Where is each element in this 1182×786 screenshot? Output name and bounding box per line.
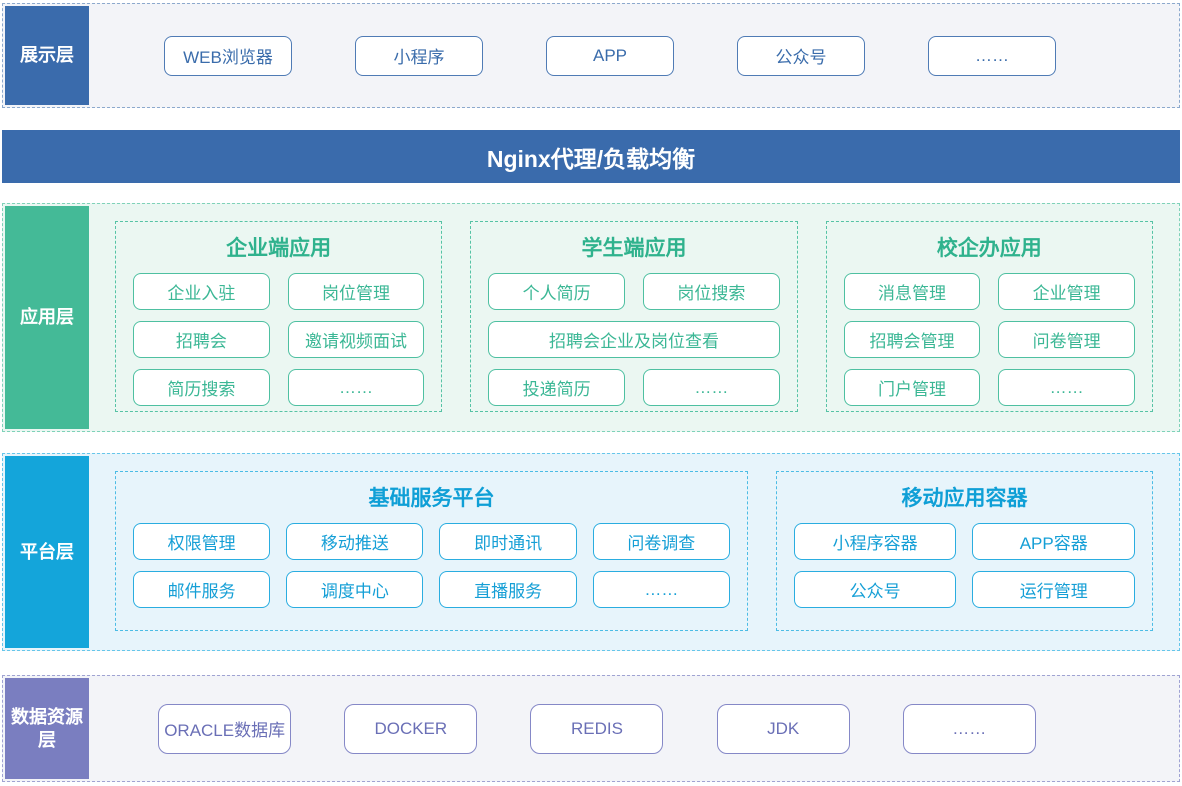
presentation-item-ellipsis: …… <box>928 35 1056 76</box>
group-basic-services: 基础服务平台 权限管理 移动推送 即时通讯 问卷调查 邮件服务 调度中心 直播服… <box>115 471 748 631</box>
app-item: 个人简历 <box>488 273 625 310</box>
app-item-ellipsis: …… <box>643 369 780 406</box>
platform-item: 权限管理 <box>133 523 271 560</box>
app-item: 招聘会企业及岗位查看 <box>488 321 780 358</box>
app-item: 简历搜索 <box>133 369 270 406</box>
data-item-jdk: JDK <box>716 703 850 754</box>
platform-item: 公众号 <box>793 571 957 608</box>
layer-presentation: 展示层 WEB浏览器 小程序 APP 公众号 …… <box>2 3 1180 108</box>
platform-item: 直播服务 <box>439 571 577 608</box>
app-item-ellipsis: …… <box>998 369 1135 406</box>
presentation-item-web-browser: WEB浏览器 <box>164 35 292 76</box>
platform-item: 运行管理 <box>972 571 1135 608</box>
group-enterprise-apps: 企业端应用 企业入驻 岗位管理 招聘会 邀请视频面试 简历搜索 …… <box>115 221 443 412</box>
layer-label-application: 应用层 <box>5 206 89 429</box>
app-item: 投递简历 <box>488 369 625 406</box>
app-item: 招聘会 <box>133 321 270 358</box>
app-item: 消息管理 <box>843 273 981 310</box>
group-student-apps: 学生端应用 个人简历 岗位搜索 招聘会企业及岗位查看 投递简历 …… <box>470 221 798 412</box>
platform-item: 小程序容器 <box>793 523 957 560</box>
platform-item: 移动推送 <box>286 523 424 560</box>
presentation-item-mini-program: 小程序 <box>355 35 483 76</box>
group-title-student: 学生端应用 <box>581 237 687 260</box>
layer-data-resources: 数据资源层 ORACLE数据库 DOCKER REDIS JDK …… <box>2 675 1180 782</box>
group-school-enterprise-apps: 校企办应用 消息管理 企业管理 招聘会管理 问卷管理 门户管理 …… <box>825 221 1153 412</box>
group-title-enterprise: 企业端应用 <box>226 237 332 260</box>
layer-label-presentation: 展示层 <box>5 6 89 105</box>
app-item: 企业入驻 <box>133 273 270 310</box>
platform-item: 调度中心 <box>286 571 424 608</box>
presentation-item-app: APP <box>546 35 674 76</box>
presentation-item-official-account: 公众号 <box>737 35 865 76</box>
app-item: 问卷管理 <box>998 321 1135 358</box>
nginx-proxy-bar: Nginx代理/负载均衡 <box>2 130 1180 183</box>
app-item: 企业管理 <box>998 273 1135 310</box>
layer-label-platform: 平台层 <box>5 456 89 648</box>
group-title-basic-services: 基础服务平台 <box>368 487 495 510</box>
data-item-oracle: ORACLE数据库 <box>158 703 292 754</box>
platform-item: 问卷调查 <box>592 523 730 560</box>
layer-application: 应用层 企业端应用 企业入驻 岗位管理 招聘会 邀请视频面试 简历搜索 …… 学… <box>2 203 1180 432</box>
data-resource-items: ORACLE数据库 DOCKER REDIS JDK …… <box>91 676 1179 781</box>
presentation-items: WEB浏览器 小程序 APP 公众号 …… <box>91 4 1179 107</box>
app-item: 岗位搜索 <box>643 273 780 310</box>
group-mobile-containers: 移动应用容器 小程序容器 APP容器 公众号 运行管理 <box>775 471 1153 631</box>
application-groups: 企业端应用 企业入驻 岗位管理 招聘会 邀请视频面试 简历搜索 …… 学生端应用… <box>91 204 1179 431</box>
platform-item: 邮件服务 <box>133 571 271 608</box>
app-item: 门户管理 <box>843 369 981 406</box>
data-item-ellipsis: …… <box>902 703 1036 754</box>
group-title-school-enterprise: 校企办应用 <box>936 237 1042 260</box>
group-title-mobile-containers: 移动应用容器 <box>901 487 1028 510</box>
platform-item: 即时通讯 <box>439 523 577 560</box>
layer-label-data-resources: 数据资源层 <box>5 678 89 779</box>
app-item: 邀请视频面试 <box>287 321 425 358</box>
platform-item-ellipsis: …… <box>592 571 730 608</box>
app-item-ellipsis: …… <box>287 369 425 406</box>
architecture-diagram: 展示层 WEB浏览器 小程序 APP 公众号 …… Nginx代理/负载均衡 应… <box>0 0 1182 786</box>
layer-platform: 平台层 基础服务平台 权限管理 移动推送 即时通讯 问卷调查 邮件服务 调度中心… <box>2 453 1180 651</box>
app-item: 岗位管理 <box>287 273 425 310</box>
data-item-docker: DOCKER <box>344 703 478 754</box>
app-item: 招聘会管理 <box>843 321 981 358</box>
platform-groups: 基础服务平台 权限管理 移动推送 即时通讯 问卷调查 邮件服务 调度中心 直播服… <box>91 454 1179 650</box>
data-item-redis: REDIS <box>530 703 664 754</box>
platform-item: APP容器 <box>972 523 1135 560</box>
